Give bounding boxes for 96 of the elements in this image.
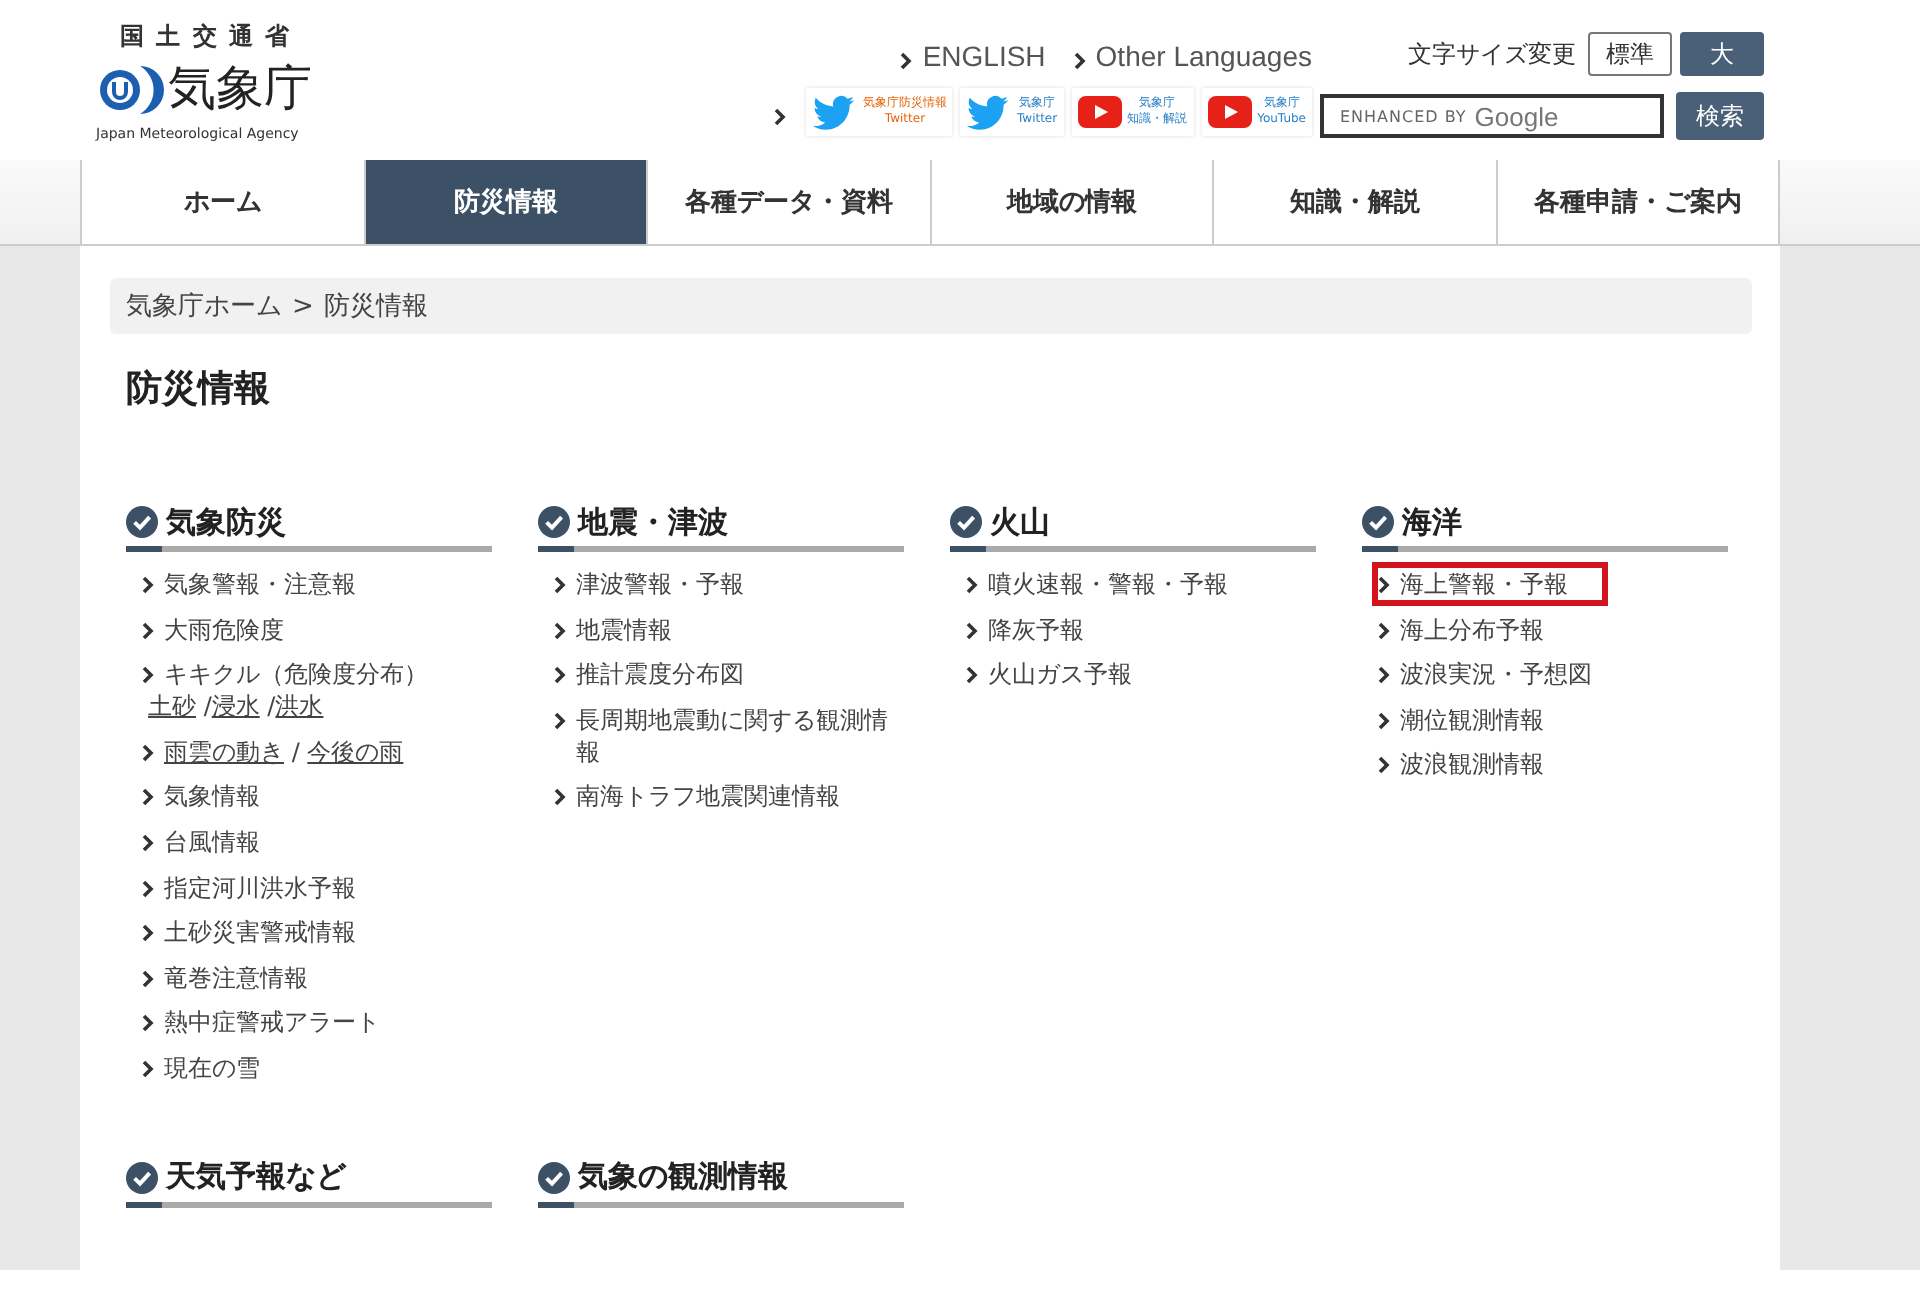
page-title: 防災情報: [126, 366, 272, 412]
breadcrumb-separator: >: [292, 291, 314, 321]
font-size-label: 文字サイズ変更: [1408, 37, 1576, 71]
chevron-icon: [142, 788, 154, 807]
chevron-icon: [966, 621, 978, 640]
menu-link[interactable]: 推計震度分布図: [576, 658, 744, 691]
check-circle-icon: [126, 506, 158, 538]
bird-icon: [812, 94, 857, 130]
menu-link[interactable]: 大雨危険度: [164, 613, 284, 646]
chevron-icon: [1378, 621, 1390, 640]
link[interactable]: 浸水: [211, 690, 260, 723]
nav-tab[interactable]: ホーム: [80, 160, 363, 244]
menu-link[interactable]: 噴火速報・警報・予報: [988, 568, 1228, 600]
chevron-icon: [554, 621, 566, 640]
link[interactable]: 雨雲の動き: [164, 735, 284, 768]
menu-link[interactable]: 気象警報・注意報: [164, 568, 356, 600]
chevron-icon: [1073, 51, 1086, 69]
link[interactable]: 洪水: [275, 690, 324, 723]
chevron-icon: [142, 1014, 154, 1033]
agency-name[interactable]: 気象庁: [168, 56, 312, 120]
search-hint: ENHANCED BY: [1340, 107, 1467, 125]
menu-link[interactable]: 火山ガス予報: [988, 658, 1132, 691]
separator: /: [265, 690, 276, 723]
chevron-icon: [1378, 576, 1390, 594]
chevron-icon: [142, 576, 154, 594]
search-button[interactable]: 検索: [1676, 92, 1764, 140]
section-title: 地震・津波: [578, 503, 728, 541]
check-circle-icon: [126, 1161, 158, 1194]
chevron-icon: [142, 666, 154, 685]
breadcrumb-item: 防災情報: [323, 290, 428, 324]
menu-link[interactable]: 海上警報・予報: [1400, 568, 1568, 600]
menu-link[interactable]: 海上分布予報: [1400, 613, 1544, 646]
menu-link[interactable]: 気象情報: [164, 780, 260, 813]
menu-link[interactable]: 降灰予報: [988, 613, 1084, 646]
ministry-name: 国 土 交 通 省: [118, 20, 294, 54]
chevron-icon: [966, 666, 978, 685]
nav-tab[interactable]: 知識・解説: [1212, 160, 1495, 244]
menu-link[interactable]: 台風情報: [164, 825, 260, 858]
check-circle-icon: [538, 506, 570, 538]
nav-tab[interactable]: 各種申請・ご案内: [1495, 160, 1780, 244]
chevron-icon: [142, 833, 154, 852]
check-circle-icon: [1362, 506, 1394, 538]
chevron-icon: [1378, 711, 1390, 730]
chevron-icon: [142, 621, 154, 640]
breadcrumb-item[interactable]: 気象庁ホーム: [126, 288, 282, 324]
menu-link[interactable]: 土砂災害警戒情報: [164, 916, 356, 949]
chevron-icon: [142, 879, 154, 898]
link[interactable]: 土砂: [148, 690, 196, 723]
menu-link[interactable]: 津波警報・予報: [576, 568, 744, 600]
separator: /: [201, 690, 212, 723]
bird-icon: [966, 94, 1011, 130]
menu-link[interactable]: 現在の雪: [164, 1051, 260, 1084]
menu-link[interactable]: 竜巻注意情報: [164, 961, 308, 994]
menu-link[interactable]: 波浪実況・予想図: [1400, 658, 1592, 691]
chevron-icon: [554, 788, 566, 807]
chevron-icon: [142, 743, 154, 762]
play-icon: [1077, 96, 1122, 128]
chevron-icon: [554, 711, 566, 730]
menu-link[interactable]: 南海トラフ地震関連情報: [576, 780, 840, 813]
chevron-icon: [966, 576, 978, 594]
section-title: 火山: [990, 503, 1050, 541]
font-size-button[interactable]: 標準: [1588, 32, 1672, 76]
menu-link[interactable]: 熱中症警戒アラート: [164, 1006, 380, 1039]
menu-link[interactable]: キキクル（危険度分布）: [164, 660, 428, 689]
chevron-icon: [774, 107, 787, 125]
chevron-icon: [142, 969, 154, 988]
section-title: 気象の観測情報: [578, 1158, 788, 1197]
menu-link[interactable]: 指定河川洪水予報: [164, 871, 356, 904]
chevron-icon: [142, 924, 154, 943]
menu-link[interactable]: 地震情報: [576, 613, 672, 646]
chevron-icon: [1378, 756, 1390, 775]
separator: /: [289, 735, 302, 768]
link[interactable]: 今後の雨: [307, 735, 404, 768]
section-title: 海洋: [1402, 503, 1462, 541]
nav-tab[interactable]: 各種データ・資料: [646, 160, 929, 244]
menu-link[interactable]: 長周期地震動に関する観測情報: [576, 703, 892, 768]
play-icon: [1207, 96, 1252, 128]
agency-logo-icon: [96, 60, 164, 116]
chevron-icon: [554, 576, 566, 594]
section-title: 気象防災: [166, 503, 286, 541]
chevron-icon: [142, 1059, 154, 1078]
language-link[interactable]: ENGLISH: [900, 40, 1046, 72]
nav-tab[interactable]: 地域の情報: [929, 160, 1212, 244]
search-field[interactable]: ENHANCED BY Google: [1320, 94, 1664, 138]
chevron-icon: [1378, 666, 1390, 685]
search-brand: Google: [1474, 101, 1559, 131]
check-circle-icon: [538, 1161, 570, 1194]
section-title: 天気予報など: [166, 1158, 346, 1197]
chevron-icon: [900, 51, 913, 69]
menu-link[interactable]: 潮位観測情報: [1400, 703, 1544, 736]
font-size-button[interactable]: 大: [1680, 32, 1764, 76]
chevron-icon: [554, 666, 566, 685]
check-circle-icon: [950, 506, 982, 538]
language-link[interactable]: Other Languages: [1073, 40, 1312, 72]
menu-link[interactable]: 波浪観測情報: [1400, 748, 1544, 781]
nav-tab[interactable]: 防災情報: [363, 160, 646, 244]
